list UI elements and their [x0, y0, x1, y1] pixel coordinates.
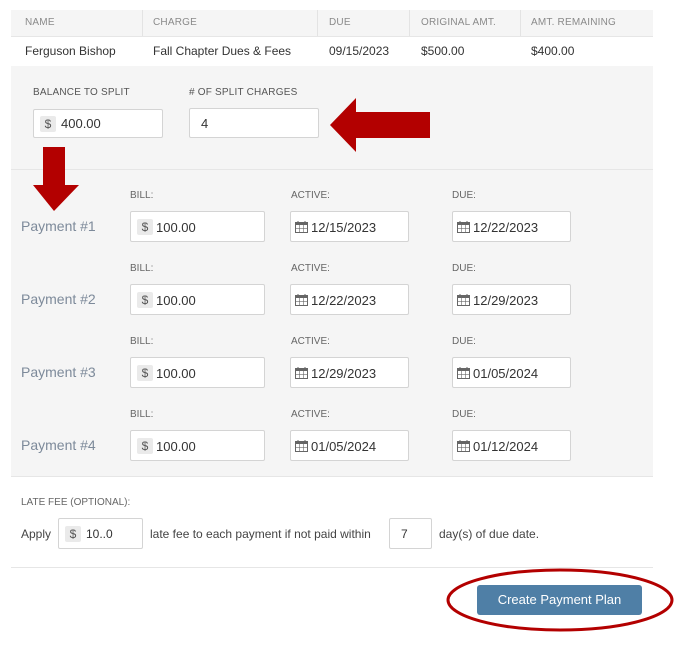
cell-original-amt: $500.00 — [421, 44, 465, 58]
dollar-icon: $ — [65, 526, 81, 542]
late-fee-amount-value: 10..0 — [86, 527, 113, 541]
payment-bill-value: 100.00 — [156, 366, 196, 381]
payment-due-date-value: 12/29/2023 — [473, 293, 539, 308]
payment-label: Payment #3 — [21, 364, 96, 380]
payment-bill-input[interactable]: $100.00 — [130, 430, 265, 461]
dollar-icon: $ — [137, 365, 153, 381]
col-header-name: NAME — [25, 17, 55, 28]
dollar-icon: $ — [137, 292, 153, 308]
active-column-label: ACTIVE: — [291, 263, 330, 274]
calendar-icon — [295, 366, 311, 381]
annotation-arrow-down-icon — [33, 147, 79, 211]
payment-due-date-content: 12/29/2023 — [457, 293, 538, 308]
payment-due-date-content: 01/12/2024 — [457, 439, 538, 454]
column-divider — [520, 10, 521, 36]
payment-due-date-value: 01/05/2024 — [473, 366, 539, 381]
split-count-label: # OF SPLIT CHARGES — [189, 87, 298, 98]
payment-due-date-input[interactable]: 01/05/2024 — [452, 357, 571, 388]
calendar-icon — [457, 293, 473, 308]
payment-active-date-content: 12/29/2023 — [295, 366, 376, 381]
payment-active-date-input[interactable]: 12/15/2023 — [290, 211, 409, 242]
dollar-icon: $ — [137, 219, 153, 235]
calendar-icon — [295, 293, 311, 308]
annotation-circle-icon — [446, 568, 674, 632]
late-fee-label: LATE FEE (OPTIONAL): — [21, 497, 131, 508]
late-fee-days-input[interactable]: 7 — [389, 518, 432, 549]
col-header-due: DUE — [329, 17, 351, 28]
due-column-label: DUE: — [452, 263, 476, 274]
col-header-amt-remaining: AMT. REMAINING — [531, 17, 617, 28]
column-divider — [142, 10, 143, 36]
payment-due-date-value: 12/22/2023 — [473, 220, 539, 235]
bill-column-label: BILL: — [130, 190, 154, 201]
section-divider — [11, 476, 653, 477]
payment-label: Payment #2 — [21, 291, 96, 307]
payment-active-date-input[interactable]: 01/05/2024 — [290, 430, 409, 461]
balance-to-split-input[interactable]: $ 400.00 — [33, 109, 163, 138]
late-fee-amount-input[interactable]: $ 10..0 — [58, 518, 143, 549]
payment-active-date-value: 12/22/2023 — [311, 293, 377, 308]
active-column-label: ACTIVE: — [291, 409, 330, 420]
late-fee-days-value: 7 — [401, 527, 408, 541]
late-fee-suffix: day(s) of due date. — [439, 527, 540, 541]
payment-active-date-input[interactable]: 12/29/2023 — [290, 357, 409, 388]
payment-active-date-value: 12/29/2023 — [311, 366, 377, 381]
due-column-label: DUE: — [452, 409, 476, 420]
cell-amt-remaining: $400.00 — [531, 44, 575, 58]
split-count-input[interactable]: 4 — [189, 108, 319, 138]
payment-bill-value: 100.00 — [156, 293, 196, 308]
payment-active-date-input[interactable]: 12/22/2023 — [290, 284, 409, 315]
payment-active-date-content: 12/22/2023 — [295, 293, 376, 308]
balance-to-split-label: BALANCE TO SPLIT — [33, 87, 130, 98]
payment-label: Payment #1 — [21, 218, 96, 234]
payment-active-date-value: 12/15/2023 — [311, 220, 377, 235]
payment-due-date-input[interactable]: 12/29/2023 — [452, 284, 571, 315]
calendar-icon — [457, 220, 473, 235]
cell-charge: Fall Chapter Dues & Fees — [153, 44, 292, 58]
dollar-icon: $ — [137, 438, 153, 454]
column-divider — [317, 10, 318, 36]
split-count-value: 4 — [201, 116, 209, 131]
due-column-label: DUE: — [452, 336, 476, 347]
active-column-label: ACTIVE: — [291, 190, 330, 201]
payment-active-date-content: 01/05/2024 — [295, 439, 376, 454]
payment-due-date-input[interactable]: 12/22/2023 — [452, 211, 571, 242]
bill-column-label: BILL: — [130, 409, 154, 420]
calendar-icon — [457, 439, 473, 454]
active-column-label: ACTIVE: — [291, 336, 330, 347]
calendar-icon — [295, 439, 311, 454]
payment-active-date-content: 12/15/2023 — [295, 220, 376, 235]
late-fee-apply-text: Apply — [21, 527, 52, 541]
calendar-icon — [457, 366, 473, 381]
payment-due-date-input[interactable]: 01/12/2024 — [452, 430, 571, 461]
balance-to-split-value: 400.00 — [61, 116, 101, 131]
payment-due-date-content: 12/22/2023 — [457, 220, 538, 235]
payment-bill-value: 100.00 — [156, 220, 196, 235]
payment-due-date-value: 01/12/2024 — [473, 439, 539, 454]
bill-column-label: BILL: — [130, 263, 154, 274]
cell-name: Ferguson Bishop — [25, 44, 116, 58]
payment-due-date-content: 01/05/2024 — [457, 366, 538, 381]
cell-due: 09/15/2023 — [329, 44, 390, 58]
table-row: Ferguson Bishop Fall Chapter Dues & Fees… — [11, 37, 653, 65]
payment-bill-input[interactable]: $100.00 — [130, 357, 265, 388]
payment-bill-input[interactable]: $100.00 — [130, 284, 265, 315]
dollar-icon: $ — [40, 116, 56, 132]
due-column-label: DUE: — [452, 190, 476, 201]
column-divider — [409, 10, 410, 36]
payment-bill-input[interactable]: $100.00 — [130, 211, 265, 242]
col-header-charge: CHARGE — [153, 17, 197, 28]
bill-column-label: BILL: — [130, 336, 154, 347]
col-header-original-amt: ORIGINAL AMT. — [421, 17, 497, 28]
late-fee-description: late fee to each payment if not paid wit… — [150, 527, 371, 541]
payment-active-date-value: 01/05/2024 — [311, 439, 377, 454]
payment-label: Payment #4 — [21, 437, 96, 453]
charges-table-header: NAME CHARGE DUE ORIGINAL AMT. AMT. REMAI… — [11, 10, 653, 37]
calendar-icon — [295, 220, 311, 235]
payment-bill-value: 100.00 — [156, 439, 196, 454]
annotation-arrow-left-icon — [330, 98, 430, 152]
